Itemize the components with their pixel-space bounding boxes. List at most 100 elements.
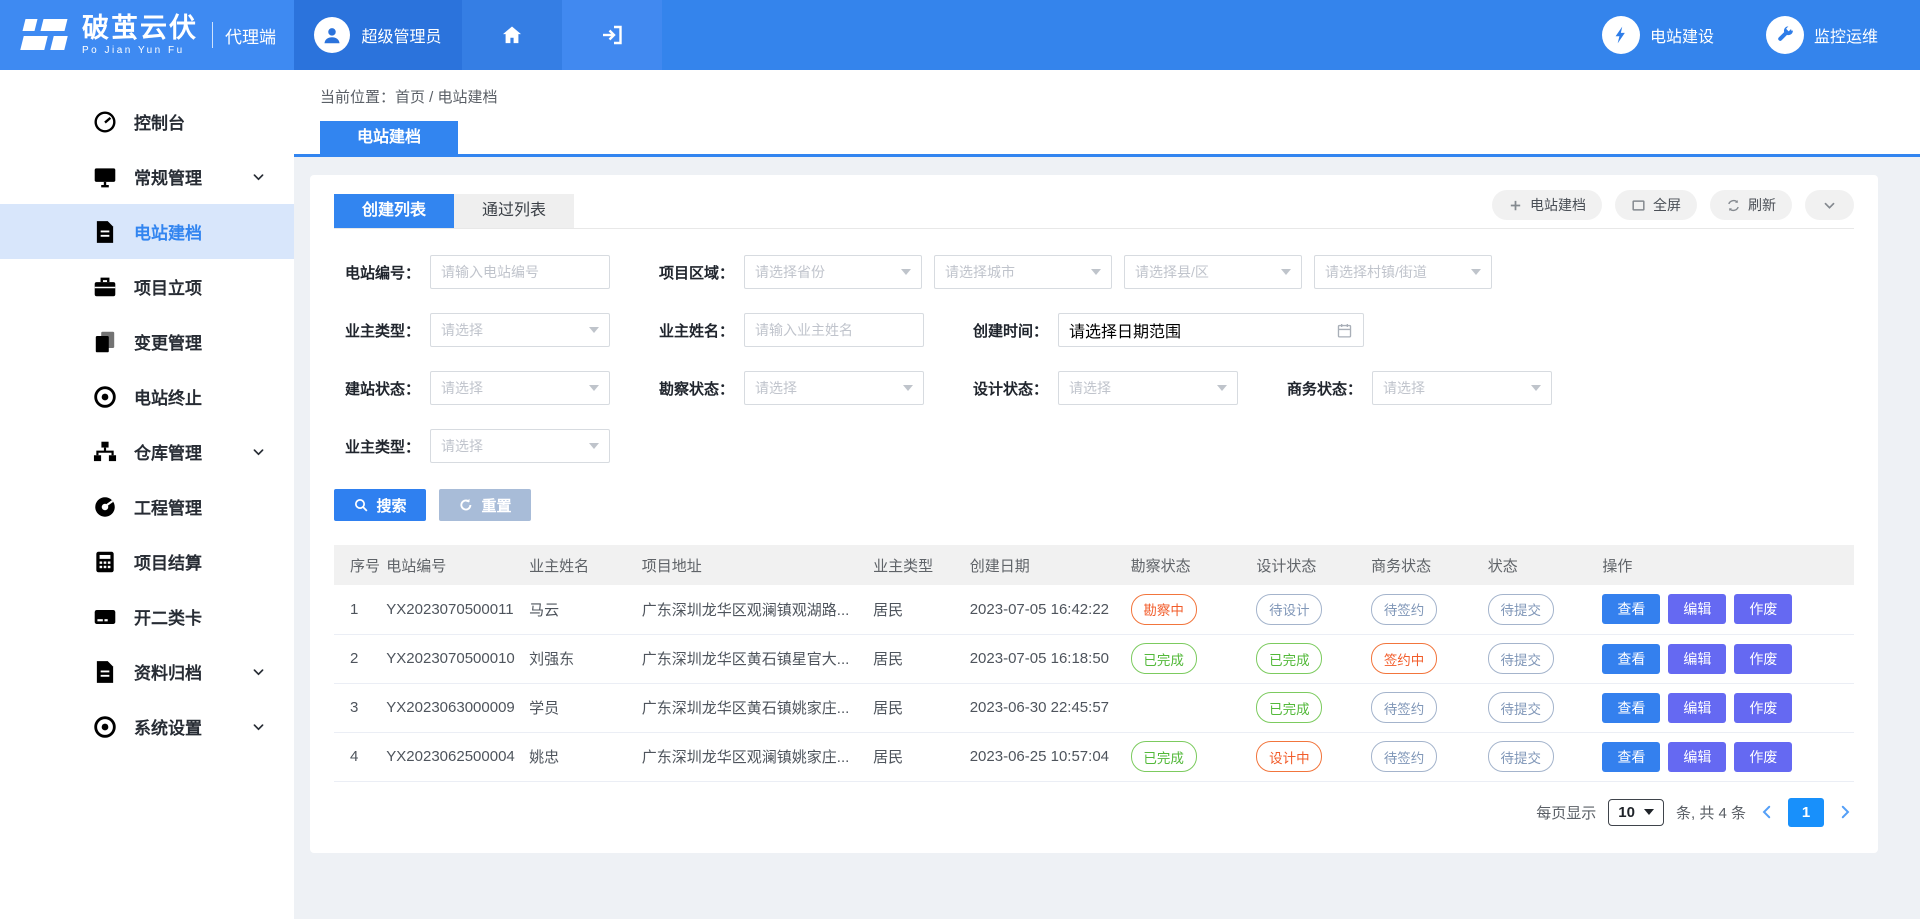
pagination: 每页显示 10 条, 共 4 条 1 (334, 798, 1854, 827)
caret-down-icon (1217, 385, 1227, 391)
table-row: 3YX2023063000009学员广东深圳龙华区黄石镇姚家庄...居民2023… (334, 683, 1854, 732)
sidebar-item[interactable]: 常规管理 (0, 149, 294, 204)
sidebar-item-label: 常规管理 (134, 164, 202, 189)
list-tab[interactable]: 创建列表 (334, 194, 454, 228)
search-button[interactable]: 搜索 (334, 489, 426, 521)
logo: 破茧云伏 Po Jian Yun Fu 代理端 (0, 0, 294, 70)
quick-link-operations[interactable]: 监控运维 (1766, 16, 1878, 54)
build-status-select[interactable]: 请选择 (430, 371, 610, 405)
quick-link-label: 监控运维 (1814, 23, 1878, 47)
quick-link-construction[interactable]: 电站建设 (1602, 16, 1714, 54)
view-button[interactable]: 查看 (1602, 693, 1660, 723)
user-menu[interactable]: 超级管理员 (294, 0, 462, 70)
table-row: 1YX2023070500011马云广东深圳龙华区观澜镇观湖路...居民2023… (334, 585, 1854, 634)
sidebar-item[interactable]: 电站终止 (0, 369, 294, 424)
address-cell: 广东深圳龙华区黄石镇姚家庄... (642, 683, 873, 732)
create-station-button[interactable]: 电站建档 (1492, 190, 1602, 220)
created-date-cell: 2023-06-30 22:45:57 (970, 683, 1131, 732)
page-tab[interactable]: 电站建档 (320, 121, 458, 154)
view-button[interactable]: 查看 (1602, 742, 1660, 772)
toolbar: 电站建档全屏刷新 (1492, 190, 1854, 220)
tab-list: 创建列表通过列表 (334, 194, 574, 228)
sidebar-item[interactable]: 系统设置 (0, 699, 294, 754)
list-tab[interactable]: 通过列表 (454, 194, 574, 228)
plus-icon (1508, 198, 1523, 213)
created-date-cell: 2023-07-05 16:42:22 (970, 585, 1131, 634)
void-button[interactable]: 作废 (1734, 693, 1792, 723)
sidebar-item-label: 仓库管理 (134, 439, 202, 464)
column-header: 业主姓名 (529, 545, 642, 585)
void-button[interactable]: 作废 (1734, 644, 1792, 674)
filter-label: 创建时间： (962, 320, 1048, 341)
select-placeholder: 请选择 (1069, 378, 1111, 398)
owner-type-cell: 居民 (873, 585, 970, 634)
design-status-cell: 已完成 (1256, 683, 1371, 732)
column-header: 状态 (1488, 545, 1603, 585)
sidebar-item[interactable]: 变更管理 (0, 314, 294, 369)
collapse-button[interactable] (1805, 190, 1854, 220)
home-button[interactable] (462, 0, 562, 70)
owner-name-cell: 马云 (529, 585, 642, 634)
filter-group-business-status: 商务状态：请选择 (1276, 371, 1552, 405)
per-page-select[interactable]: 10 (1608, 799, 1664, 826)
edit-button[interactable]: 编辑 (1668, 644, 1726, 674)
sidebar-item[interactable]: 项目结算 (0, 534, 294, 589)
project-region-select-2[interactable]: 请选择县/区 (1124, 255, 1302, 289)
status-badge: 已完成 (1256, 643, 1322, 674)
caret-down-icon (903, 385, 913, 391)
survey-status-cell: 已完成 (1131, 732, 1257, 781)
target-icon (92, 384, 118, 410)
sidebar-item[interactable]: 项目立项 (0, 259, 294, 314)
owner-type-select[interactable]: 请选择 (430, 313, 610, 347)
actions-cell: 查看编辑作废 (1602, 585, 1854, 634)
breadcrumb-label: 当前位置： (320, 89, 395, 106)
logout-button[interactable] (562, 0, 662, 70)
survey-status-select[interactable]: 请选择 (744, 371, 924, 405)
edit-button[interactable]: 编辑 (1668, 742, 1726, 772)
project-region-select-0[interactable]: 请选择省份 (744, 255, 922, 289)
status-badge: 待提交 (1488, 643, 1554, 674)
logo-icon (22, 16, 70, 54)
filter-group-design-status: 设计状态：请选择 (962, 371, 1238, 405)
edit-button[interactable]: 编辑 (1668, 693, 1726, 723)
avatar (314, 17, 350, 53)
project-region-select-3[interactable]: 请选择村镇/街道 (1314, 255, 1492, 289)
business-status-select[interactable]: 请选择 (1372, 371, 1552, 405)
view-button[interactable]: 查看 (1602, 644, 1660, 674)
void-button[interactable]: 作废 (1734, 594, 1792, 624)
monitor-icon (92, 164, 118, 190)
void-button[interactable]: 作废 (1734, 742, 1792, 772)
sidebar-item-label: 工程管理 (134, 494, 202, 519)
status-badge: 待签约 (1371, 692, 1437, 723)
sidebar-item[interactable]: 仓库管理 (0, 424, 294, 479)
owner-type-2-select[interactable]: 请选择 (430, 429, 610, 463)
calculator-icon (92, 549, 118, 575)
owner-name-input[interactable]: 请输入业主姓名 (744, 313, 924, 347)
view-button[interactable]: 查看 (1602, 594, 1660, 624)
select-placeholder: 请选择村镇/街道 (1325, 262, 1427, 282)
sidebar-item[interactable]: 控制台 (0, 94, 294, 149)
page-number-button[interactable]: 1 (1788, 798, 1824, 827)
select-placeholder: 请选择 (441, 320, 483, 340)
select-placeholder: 请选择 (441, 436, 483, 456)
sidebar-item[interactable]: 电站建档 (0, 204, 294, 259)
table-header: 序号电站编号业主姓名项目地址业主类型创建日期勘察状态设计状态商务状态状态操作 (334, 545, 1854, 585)
next-page-button[interactable] (1836, 803, 1854, 821)
sidebar-item[interactable]: 资料归档 (0, 644, 294, 699)
divider (212, 22, 213, 48)
prev-page-button[interactable] (1758, 803, 1776, 821)
edit-button[interactable]: 编辑 (1668, 594, 1726, 624)
fullscreen-button[interactable]: 全屏 (1615, 190, 1697, 220)
design-status-select[interactable]: 请选择 (1058, 371, 1238, 405)
per-page-label: 每页显示 (1536, 802, 1596, 823)
status-badge: 已完成 (1131, 741, 1197, 772)
station-code-input[interactable]: 请输入电站编号 (430, 255, 610, 289)
sidebar-item[interactable]: 开二类卡 (0, 589, 294, 644)
sidebar-item[interactable]: 工程管理 (0, 479, 294, 534)
topbar-quick-links: 电站建设 监控运维 (662, 0, 1920, 70)
project-region-select-1[interactable]: 请选择城市 (934, 255, 1112, 289)
column-header: 业主类型 (873, 545, 970, 585)
create-time-input[interactable]: 请选择日期范围 (1058, 313, 1364, 347)
refresh-button[interactable]: 刷新 (1710, 190, 1792, 220)
reset-button[interactable]: 重置 (439, 489, 531, 521)
